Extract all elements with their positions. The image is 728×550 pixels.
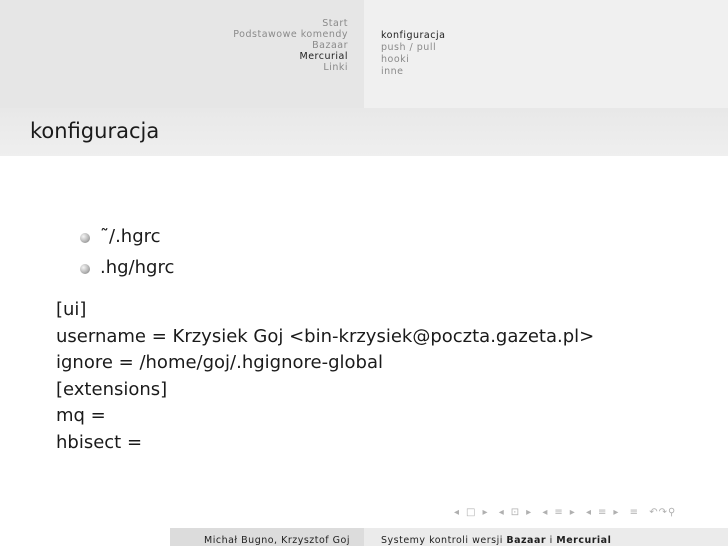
frame-title: konfiguracja [30,119,160,143]
next-document-icon[interactable]: ▸ [613,507,619,518]
footer-title-box: Systemy kontroli wersji Bazaar i Mercuri… [364,528,728,546]
section-mercurial[interactable]: Mercurial [233,51,348,62]
section-navigation: Start Podstawowe komendy Bazaar Mercuria… [0,0,364,108]
footer-title-bazaar: Bazaar [506,535,547,546]
back-forward-search-icon[interactable]: ↶↷⚲ [649,507,676,518]
section-list: Start Podstawowe komendy Bazaar Mercuria… [233,18,348,73]
headline-bar: Start Podstawowe komendy Bazaar Mercuria… [0,0,728,108]
bullet-list: ˜/.hgrc .hg/hgrc [80,224,174,286]
bullet-text: .hg/hgrc [100,257,175,278]
appendix-icon[interactable]: ≡ [630,507,639,518]
next-frame-icon[interactable]: ▸ [482,507,488,518]
config-line: [extensions] [56,378,168,400]
subsection-push-pull[interactable]: push / pull [381,42,445,54]
footer-title-mercurial: Mercurial [556,535,612,546]
section-start[interactable]: Start [233,18,348,29]
footline: Michał Bugno, Krzysztof Goj Systemy kont… [0,528,728,546]
footer-title-prefix: Systemy kontroli wersji [381,535,507,546]
footer-title-mid: i [546,535,557,546]
frame-icon[interactable]: □ [466,507,476,518]
bullet-item: .hg/hgrc [80,255,174,286]
config-line: hbisect = [56,431,143,453]
subsection-hooki[interactable]: hooki [381,54,445,66]
section-bazaar[interactable]: Bazaar [233,40,348,51]
config-line: [ui] [56,299,87,320]
subsection-list: konfiguracja push / pull hooki inne [381,30,445,78]
prev-document-icon[interactable]: ◂ [586,507,592,518]
config-line: ignore = /home/goj/.hgignore-global [56,352,383,373]
document-icon[interactable]: ≡ [598,507,607,518]
bullet-ball-icon [80,264,90,274]
next-section-icon[interactable]: ▸ [570,507,576,518]
subsection-navigation: konfiguracja push / pull hooki inne [364,0,728,108]
config-line: mq = [56,405,106,426]
subsection-konfiguracja[interactable]: konfiguracja [381,30,445,42]
subsection-icon[interactable]: ⊡ [511,507,520,518]
bullet-item: ˜/.hgrc [80,224,174,255]
config-snippet: [ui] username = Krzysiek Goj <bin-krzysi… [56,297,594,456]
beamer-navigation-symbols: ◂ □ ▸ ◂ ⊡ ▸ ◂ ≡ ▸ ◂ ≡ ▸ ≡ ↶↷⚲ [454,507,682,518]
prev-frame-icon[interactable]: ◂ [454,507,460,518]
subsection-inne[interactable]: inne [381,66,445,78]
footer-left-blank [0,528,170,546]
frame-title-bar: konfiguracja [0,108,728,156]
bullet-text: ˜/.hgrc [100,226,161,247]
section-icon[interactable]: ≡ [554,507,563,518]
prev-section-icon[interactable]: ◂ [542,507,548,518]
bullet-ball-icon [80,233,90,243]
next-subsection-icon[interactable]: ▸ [526,507,532,518]
section-linki[interactable]: Linki [233,62,348,73]
prev-subsection-icon[interactable]: ◂ [499,507,505,518]
footer-authors: Michał Bugno, Krzysztof Goj [204,535,350,546]
section-podstawowe-komendy[interactable]: Podstawowe komendy [233,29,348,40]
config-line: username = Krzysiek Goj <bin-krzysiek@po… [56,325,595,347]
